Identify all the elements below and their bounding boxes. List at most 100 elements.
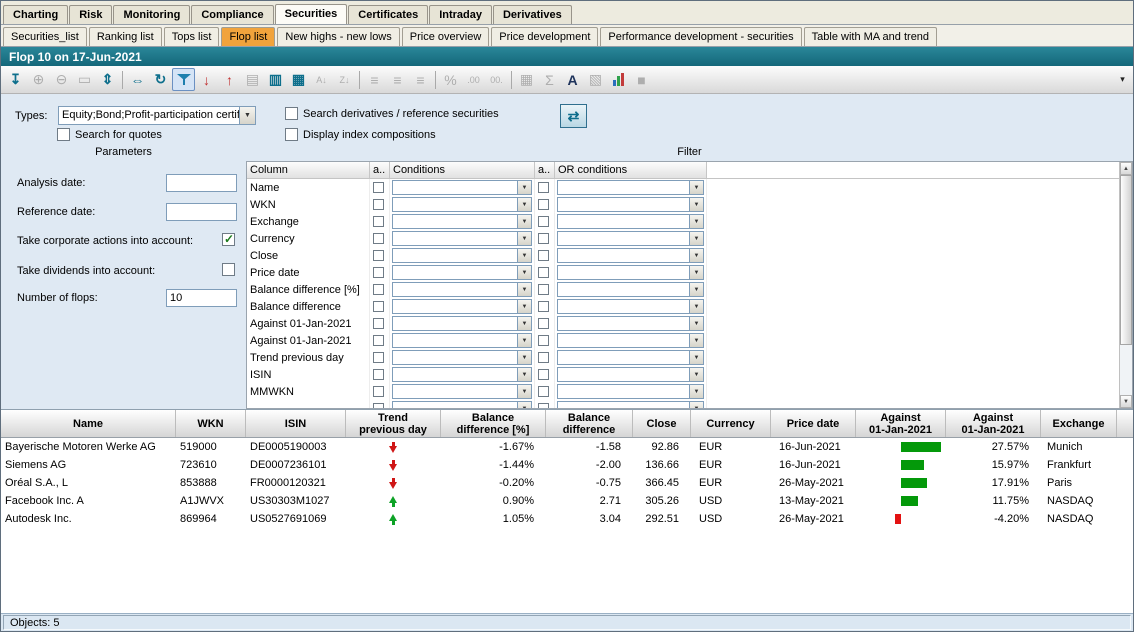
filter-and-checkbox[interactable] xyxy=(373,216,384,227)
filter-condition-select[interactable]: ▼ xyxy=(392,401,532,408)
corporate-actions-checkbox[interactable] xyxy=(222,233,235,246)
chevron-down-icon[interactable]: ▼ xyxy=(517,385,531,398)
sub-tab-ranking-list[interactable]: Ranking list xyxy=(89,27,162,46)
analysis-date-input[interactable] xyxy=(166,174,237,192)
sort-ascending-icon[interactable]: ↑ xyxy=(218,68,241,91)
chevron-down-icon[interactable]: ▼ xyxy=(689,368,703,381)
filter-condition-select[interactable]: ▼ xyxy=(392,282,532,297)
sub-tab-table-with-ma-and-trend[interactable]: Table with MA and trend xyxy=(804,27,937,46)
filter-condition-select[interactable]: ▼ xyxy=(392,197,532,212)
filter-or-checkbox[interactable] xyxy=(538,216,549,227)
filter-condition-select[interactable]: ▼ xyxy=(392,299,532,314)
filter-condition-select[interactable]: ▼ xyxy=(392,367,532,382)
main-tab-intraday[interactable]: Intraday xyxy=(429,5,492,24)
filter-or-checkbox[interactable] xyxy=(538,369,549,380)
filter-condition-select[interactable]: ▼ xyxy=(392,384,532,399)
chevron-down-icon[interactable]: ▼ xyxy=(689,402,703,408)
fit-width-icon[interactable]: ⇔ xyxy=(126,68,149,91)
chevron-down-icon[interactable]: ▼ xyxy=(689,249,703,262)
filter-condition-select[interactable]: ▼ xyxy=(392,350,532,365)
toolbar-overflow-button[interactable]: ▾ xyxy=(1115,69,1130,91)
search-quotes-checkbox[interactable]: Search for quotes xyxy=(57,128,162,141)
table-row[interactable]: Facebook Inc. AA1JWVXUS30303M10270.90%2.… xyxy=(1,492,1133,510)
scroll-up-icon[interactable]: ▲ xyxy=(1120,162,1132,175)
chevron-down-icon[interactable]: ▼ xyxy=(517,232,531,245)
sub-tab-new-highs-new-lows[interactable]: New highs - new lows xyxy=(277,27,399,46)
main-tab-certificates[interactable]: Certificates xyxy=(348,5,428,24)
main-tab-derivatives[interactable]: Derivatives xyxy=(493,5,572,24)
table-row[interactable]: Bayerische Motoren Werke AG519000DE00051… xyxy=(1,438,1133,456)
chevron-down-icon[interactable]: ▼ xyxy=(517,317,531,330)
chevron-down-icon[interactable]: ▼ xyxy=(239,107,255,124)
scrollbar-track[interactable] xyxy=(1120,345,1132,395)
column-header-isin-2[interactable]: ISIN xyxy=(246,410,346,437)
search-derivatives-checkbox[interactable]: Search derivatives / reference securitie… xyxy=(285,107,499,120)
column-header-balance-difference-4[interactable]: Balance difference [%] xyxy=(441,410,546,437)
filter-or-select[interactable]: ▼ xyxy=(557,282,704,297)
column-header-close-6[interactable]: Close xyxy=(633,410,691,437)
bar-chart-icon[interactable] xyxy=(607,68,630,91)
flops-count-input[interactable] xyxy=(166,289,237,307)
execute-search-button[interactable]: ⇄ xyxy=(560,104,587,128)
main-tab-risk[interactable]: Risk xyxy=(69,5,112,24)
filter-or-select[interactable]: ▼ xyxy=(557,367,704,382)
filter-and-checkbox[interactable] xyxy=(373,233,384,244)
filter-and-checkbox[interactable] xyxy=(373,267,384,278)
filter-and-checkbox[interactable] xyxy=(373,386,384,397)
chevron-down-icon[interactable]: ▼ xyxy=(517,249,531,262)
sub-tab-price-development[interactable]: Price development xyxy=(491,27,598,46)
column-header-trend-previous-day-3[interactable]: Trend previous day xyxy=(346,410,441,437)
filter-or-select[interactable]: ▼ xyxy=(557,316,704,331)
chevron-down-icon[interactable]: ▼ xyxy=(517,300,531,313)
filter-or-select[interactable]: ▼ xyxy=(557,401,704,408)
filter-or-checkbox[interactable] xyxy=(538,199,549,210)
chevron-down-icon[interactable]: ▼ xyxy=(689,351,703,364)
filter-icon[interactable] xyxy=(172,68,195,91)
filter-and-checkbox[interactable] xyxy=(373,182,384,193)
chevron-down-icon[interactable]: ▼ xyxy=(517,334,531,347)
filter-or-select[interactable]: ▼ xyxy=(557,384,704,399)
main-tab-compliance[interactable]: Compliance xyxy=(191,5,273,24)
filter-and-checkbox[interactable] xyxy=(373,369,384,380)
fit-height-icon[interactable]: ⇕ xyxy=(96,68,119,91)
main-tab-monitoring[interactable]: Monitoring xyxy=(113,5,190,24)
column-header-against-01-jan-2021-9[interactable]: Against 01-Jan-2021 xyxy=(856,410,946,437)
sub-tab-performance-development-securities[interactable]: Performance development - securities xyxy=(600,27,801,46)
column-header-balance-difference-5[interactable]: Balance difference xyxy=(546,410,633,437)
filter-or-checkbox[interactable] xyxy=(538,301,549,312)
filter-or-checkbox[interactable] xyxy=(538,250,549,261)
chevron-down-icon[interactable]: ▼ xyxy=(517,215,531,228)
filter-or-select[interactable]: ▼ xyxy=(557,231,704,246)
filter-or-checkbox[interactable] xyxy=(538,284,549,295)
filter-condition-select[interactable]: ▼ xyxy=(392,214,532,229)
chevron-down-icon[interactable]: ▼ xyxy=(689,215,703,228)
table-row[interactable]: Oréal S.A., L853888FR0000120321-0.20%-0.… xyxy=(1,474,1133,492)
filter-or-select[interactable]: ▼ xyxy=(557,350,704,365)
sort-descending-icon[interactable]: ↓ xyxy=(195,68,218,91)
filter-or-select[interactable]: ▼ xyxy=(557,333,704,348)
filter-or-select[interactable]: ▼ xyxy=(557,180,704,195)
font-icon[interactable]: A xyxy=(561,68,584,91)
types-select[interactable]: Equity;Bond;Profit-participation certif … xyxy=(58,106,256,125)
filter-and-checkbox[interactable] xyxy=(373,301,384,312)
filter-condition-select[interactable]: ▼ xyxy=(392,316,532,331)
chevron-down-icon[interactable]: ▼ xyxy=(689,283,703,296)
chevron-down-icon[interactable]: ▼ xyxy=(517,198,531,211)
filter-condition-select[interactable]: ▼ xyxy=(392,231,532,246)
chevron-down-icon[interactable]: ▼ xyxy=(689,232,703,245)
refresh-icon[interactable]: ↻ xyxy=(149,68,172,91)
balance-chart-icon[interactable]: ▥ xyxy=(264,68,287,91)
filter-and-checkbox[interactable] xyxy=(373,250,384,261)
portfolio-table-icon[interactable]: ▦ xyxy=(287,68,310,91)
filter-or-select[interactable]: ▼ xyxy=(557,248,704,263)
chevron-down-icon[interactable]: ▼ xyxy=(517,266,531,279)
main-tab-securities[interactable]: Securities xyxy=(275,4,348,24)
filter-condition-select[interactable]: ▼ xyxy=(392,180,532,195)
filter-or-checkbox[interactable] xyxy=(538,335,549,346)
sub-tab-securities-list[interactable]: Securities_list xyxy=(3,27,87,46)
filter-or-select[interactable]: ▼ xyxy=(557,214,704,229)
column-header-name-0[interactable]: Name xyxy=(1,410,176,437)
filter-and-checkbox[interactable] xyxy=(373,403,384,408)
filter-or-checkbox[interactable] xyxy=(538,233,549,244)
filter-or-checkbox[interactable] xyxy=(538,182,549,193)
